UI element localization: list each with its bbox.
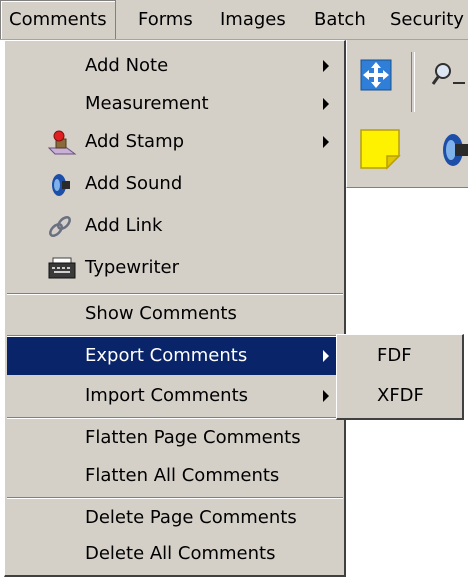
submenu-arrow-icon: [323, 136, 329, 148]
menu-item-label: Delete All Comments: [85, 543, 276, 564]
menubar-forms[interactable]: Forms: [130, 0, 201, 39]
menu-item-add-stamp[interactable]: Add Stamp: [7, 123, 343, 161]
submenu-arrow-icon: [323, 60, 329, 72]
menu-item-label: Add Stamp: [85, 131, 185, 152]
stamp-icon: [47, 130, 77, 155]
submenu-arrow-icon: [323, 98, 329, 110]
submenu-item-xfdf[interactable]: XFDF: [339, 377, 459, 415]
zoom-button[interactable]: [431, 60, 465, 92]
menu-item-show-comments[interactable]: Show Comments: [7, 295, 343, 333]
menubar-comments[interactable]: Comments: [0, 0, 116, 39]
menu-item-label: Add Note: [85, 55, 169, 76]
menu-item-add-note[interactable]: Add Note: [7, 47, 343, 85]
submenu-arrow-icon: [323, 350, 329, 362]
menu-item-label: Typewriter: [85, 257, 179, 278]
menu-item-typewriter[interactable]: Typewriter: [7, 249, 343, 287]
menubar-images[interactable]: Images: [212, 0, 294, 39]
sticky-note-icon: [360, 129, 401, 170]
submenu-arrow-icon: [323, 390, 329, 402]
menu-item-label: Export Comments: [85, 345, 248, 366]
menu-item-label: Flatten Page Comments: [85, 427, 301, 448]
menu-item-add-link[interactable]: Add Link: [7, 207, 343, 245]
menu-item-label: Add Sound: [85, 173, 183, 194]
typewriter-icon: [47, 256, 76, 280]
menubar-security[interactable]: Security: [382, 0, 468, 39]
pan-icon: [360, 59, 392, 91]
submenu-item-fdf[interactable]: FDF: [339, 337, 459, 375]
menu-item-label: Measurement: [85, 93, 209, 114]
link-icon: [47, 214, 73, 238]
menubar-batch[interactable]: Batch: [306, 0, 374, 39]
toolbar-separator: [411, 52, 415, 112]
menu-item-label: Show Comments: [85, 303, 237, 324]
sound-icon: [47, 172, 73, 196]
menu-item-delete-all-comments[interactable]: Delete All Comments: [7, 535, 343, 573]
submenu-item-label: FDF: [377, 345, 412, 366]
toolbar-sound-button[interactable]: [435, 128, 468, 172]
menu-item-flatten-all-comments[interactable]: Flatten All Comments: [7, 457, 343, 495]
menu-item-label: Delete Page Comments: [85, 507, 297, 528]
menu-item-import-comments[interactable]: Import Comments: [7, 377, 343, 415]
menu-item-flatten-page-comments[interactable]: Flatten Page Comments: [7, 419, 343, 457]
menu-item-measurement[interactable]: Measurement: [7, 85, 343, 123]
toolbar: [346, 40, 468, 188]
menu-item-delete-page-comments[interactable]: Delete Page Comments: [7, 499, 343, 537]
menu-item-add-sound[interactable]: Add Sound: [7, 165, 343, 203]
zoom-icon: [431, 63, 465, 85]
sound-icon: [443, 134, 468, 166]
menu-bar: Comments Forms Images Batch Security: [0, 0, 468, 40]
menu-item-export-comments[interactable]: Export Comments: [7, 337, 343, 375]
comments-menu: Add Note Measurement Add Stamp Add Sound: [4, 40, 346, 577]
export-submenu: FDF XFDF: [336, 334, 464, 420]
menu-item-label: Flatten All Comments: [85, 465, 280, 486]
pan-button[interactable]: [359, 58, 393, 92]
submenu-item-label: XFDF: [377, 385, 424, 406]
menu-item-label: Import Comments: [85, 385, 249, 406]
sticky-note-button[interactable]: [357, 126, 403, 172]
menu-item-label: Add Link: [85, 215, 163, 236]
